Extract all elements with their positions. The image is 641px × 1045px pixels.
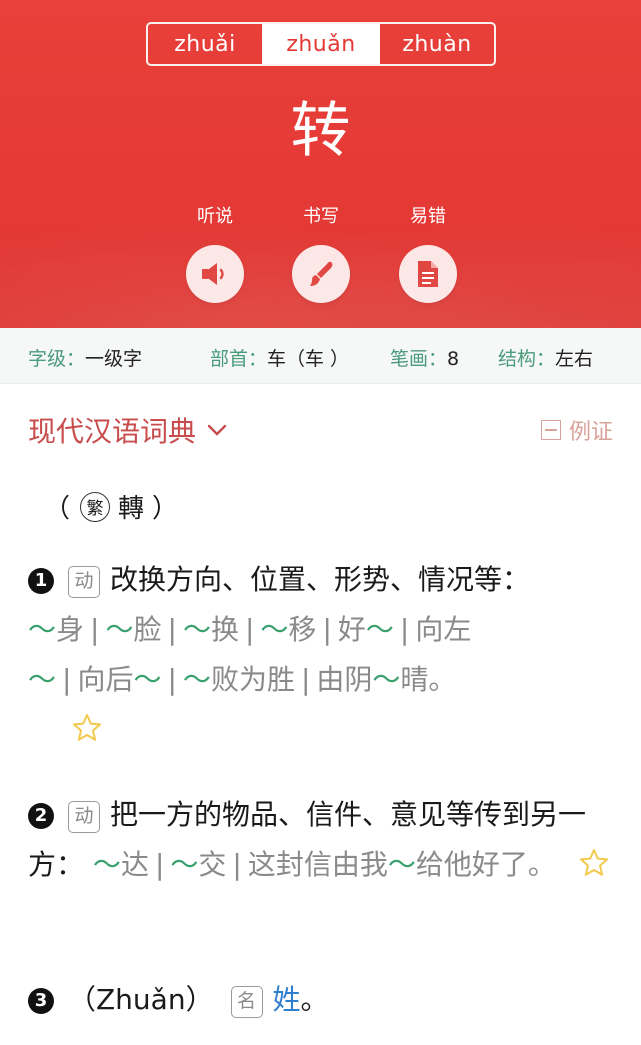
document-icon: [418, 261, 438, 287]
paren-open: （: [44, 494, 71, 524]
write-button[interactable]: [292, 245, 350, 303]
structure-value: 左右: [555, 348, 594, 370]
definition-2: 2 动把一方的物品、信件、意见等传到另一方： ～达 | ～交 | 这封信由我～给他好了。: [28, 790, 618, 890]
character-header: zhuǎi zhuǎn zhuàn 转 听说 书写 易错: [0, 0, 641, 328]
sense-number: 2: [28, 803, 54, 829]
write-action[interactable]: 书写: [281, 205, 361, 303]
mistakes-button[interactable]: [399, 245, 457, 303]
pos-badge-verb: 动: [68, 566, 100, 598]
listen-action[interactable]: 听说: [175, 205, 255, 303]
structure-key: 结构：: [498, 348, 556, 370]
headword-character: 转: [290, 96, 351, 166]
sense-number: 3: [28, 988, 54, 1014]
definition-text: 改换方向、位置、形势、情况等：: [110, 563, 531, 596]
example-toggle[interactable]: 例证: [540, 414, 613, 446]
tab-pinyin-zhuai[interactable]: zhuǎi: [148, 24, 262, 64]
strokes-key: 笔画：: [390, 348, 448, 370]
tab-pinyin-zhuan4[interactable]: zhuàn: [380, 24, 494, 64]
level-value: 一级字: [85, 348, 143, 370]
pos-badge-noun: 名: [230, 986, 263, 1018]
paren-close: ）: [152, 494, 179, 524]
character-meta-bar: 字级：一级字 部首：车（车 ） 笔画：8 结构：左右: [0, 328, 641, 384]
example-toggle-label: 例证: [568, 420, 613, 445]
sense-number: 1: [28, 568, 54, 594]
chevron-down-icon: [207, 424, 227, 436]
dictionary-selector[interactable]: 现代汉语词典: [28, 410, 228, 450]
period: 。: [300, 983, 329, 1016]
definition-3: 3 （Zhuǎn） 名姓。: [28, 975, 618, 1025]
tab-pinyin-zhuan3[interactable]: zhuǎn: [262, 24, 380, 64]
star-icon[interactable]: [72, 713, 102, 743]
reading: （Zhuǎn）: [68, 983, 214, 1016]
listen-label: 听说: [197, 206, 233, 227]
radical-value: 车（车 ）: [267, 348, 350, 370]
strokes-info: 笔画：8: [390, 344, 459, 371]
checkbox-icon[interactable]: [540, 420, 561, 440]
dictionary-title: 现代汉语词典: [28, 415, 197, 448]
level-info: 字级：一级字: [28, 344, 142, 371]
brush-icon: [310, 261, 333, 286]
strokes-value: 8: [447, 348, 460, 370]
mistakes-action[interactable]: 易错: [388, 205, 468, 303]
listen-button[interactable]: [186, 245, 244, 303]
traditional-form: （ 繁 轉 ）: [44, 488, 178, 525]
speaker-icon: [202, 263, 224, 285]
radical-key: 部首：: [210, 348, 268, 370]
mistakes-label: 易错: [410, 206, 446, 227]
star-icon[interactable]: [579, 848, 609, 878]
radical-info: 部首：车（车 ）: [210, 344, 349, 371]
pos-badge-verb: 动: [68, 801, 100, 833]
write-label: 书写: [303, 206, 339, 227]
surname-link[interactable]: 姓: [273, 983, 301, 1016]
structure-info: 结构：左右: [498, 344, 593, 371]
example-list: ～身 | ～脸 | ～换 | ～移 | 好～ | 向左～ | 向后～ | ～败为胜 | 由阴～晴。: [28, 613, 472, 696]
level-key: 字级：: [28, 348, 86, 370]
pinyin-tabs: zhuǎi zhuǎn zhuàn: [146, 22, 496, 66]
example-list: ～达 | ～交 | 这封信由我～给他好了。: [92, 848, 556, 881]
traditional-badge: 繁: [80, 491, 111, 522]
traditional-character: 轉: [118, 494, 145, 524]
definition-1: 1 动改换方向、位置、形势、情况等： ～身 | ～脸 | ～换 | ～移 | 好～ | 向左～ | 向后～…: [28, 555, 618, 755]
